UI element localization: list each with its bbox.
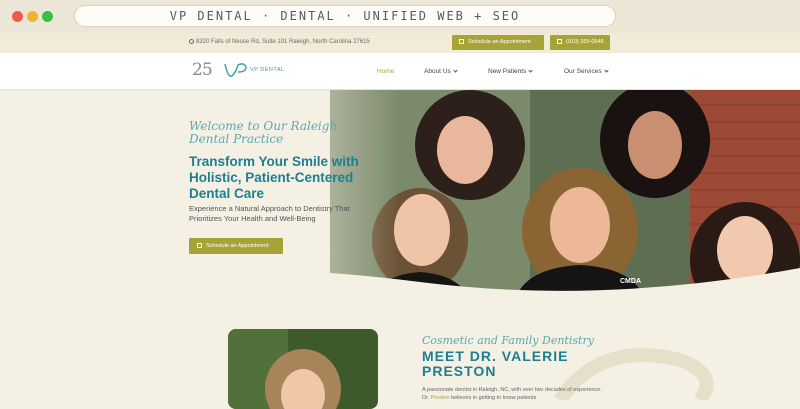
practice-address: 8320 Falls of Neuse Rd, Suite 101 Raleig… (189, 39, 370, 45)
nav-new-patients-label: New Patients (488, 68, 527, 75)
logo-text: VP DENTAL (250, 67, 285, 73)
about-section: Cosmetic and Family Dentistry MEET DR. V… (0, 300, 800, 409)
about-script-heading: Cosmetic and Family Dentistry (422, 334, 594, 347)
team-photo (0, 90, 800, 300)
hero-welcome-script: Welcome to Our Raleigh Dental Practice (189, 119, 338, 146)
nav-item-new-patients[interactable]: New Patients (488, 68, 533, 75)
top-utility-bar: 8320 Falls of Neuse Rd, Suite 101 Raleig… (0, 33, 800, 53)
about-title: MEET DR. VALERIE PRESTON (422, 348, 569, 379)
close-window-button[interactable] (12, 11, 23, 22)
chevron-down-icon (453, 68, 458, 73)
hero-subtitle: Experience a Natural Approach to Dentist… (189, 204, 350, 223)
hero-schedule-label: Schedule an Appointment (206, 243, 269, 249)
maximize-window-button[interactable] (42, 11, 53, 22)
nav-about-label: About Us (424, 68, 451, 75)
nav-item-home[interactable]: Home (377, 68, 394, 75)
nav-item-about-us[interactable]: About Us (424, 68, 458, 75)
browser-chrome: VP DENTAL · DENTAL · UNIFIED WEB + SEO (0, 0, 800, 33)
nav-home-label: Home (377, 68, 395, 75)
nav-services-label: Our Services (564, 68, 602, 75)
map-pin-icon (189, 39, 194, 44)
cmda-badge-text: CMDA (620, 278, 641, 285)
phone-button[interactable]: (919) 335-0546 (550, 35, 610, 50)
hero-title: Transform Your Smile with Holistic, Pati… (189, 154, 359, 201)
logo-vp-mark (224, 63, 247, 77)
chevron-down-icon (603, 68, 609, 73)
schedule-appointment-label: Schedule an Appointment (468, 39, 531, 45)
minimize-window-button[interactable] (27, 11, 38, 22)
address-text: 8320 Falls of Neuse Rd, Suite 101 Raleig… (196, 39, 370, 45)
doctor-photo (228, 329, 378, 409)
about-text-highlight[interactable]: Preston (431, 395, 450, 401)
hero-section: Welcome to Our Raleigh Dental Practice T… (0, 90, 800, 300)
hero-schedule-button[interactable]: Schedule an Appointment (189, 238, 283, 254)
address-bar[interactable]: VP DENTAL · DENTAL · UNIFIED WEB + SEO (74, 5, 616, 27)
calendar-icon (197, 243, 202, 248)
main-navigation: 25 VP DENTAL Home About Us New Patients … (0, 53, 800, 90)
phone-icon (557, 39, 562, 44)
calendar-icon (459, 39, 464, 44)
decorative-swirl (554, 348, 714, 400)
schedule-appointment-button[interactable]: Schedule an Appointment (452, 35, 544, 50)
phone-label: (919) 335-0546 (566, 39, 604, 45)
about-text-end: believes in getting to know patients (449, 395, 537, 401)
logo-anniversary-number: 25 (192, 60, 213, 80)
chevron-down-icon (528, 68, 533, 73)
nav-item-our-services[interactable]: Our Services (564, 68, 609, 75)
cmda-badge: CMDA (620, 278, 641, 285)
